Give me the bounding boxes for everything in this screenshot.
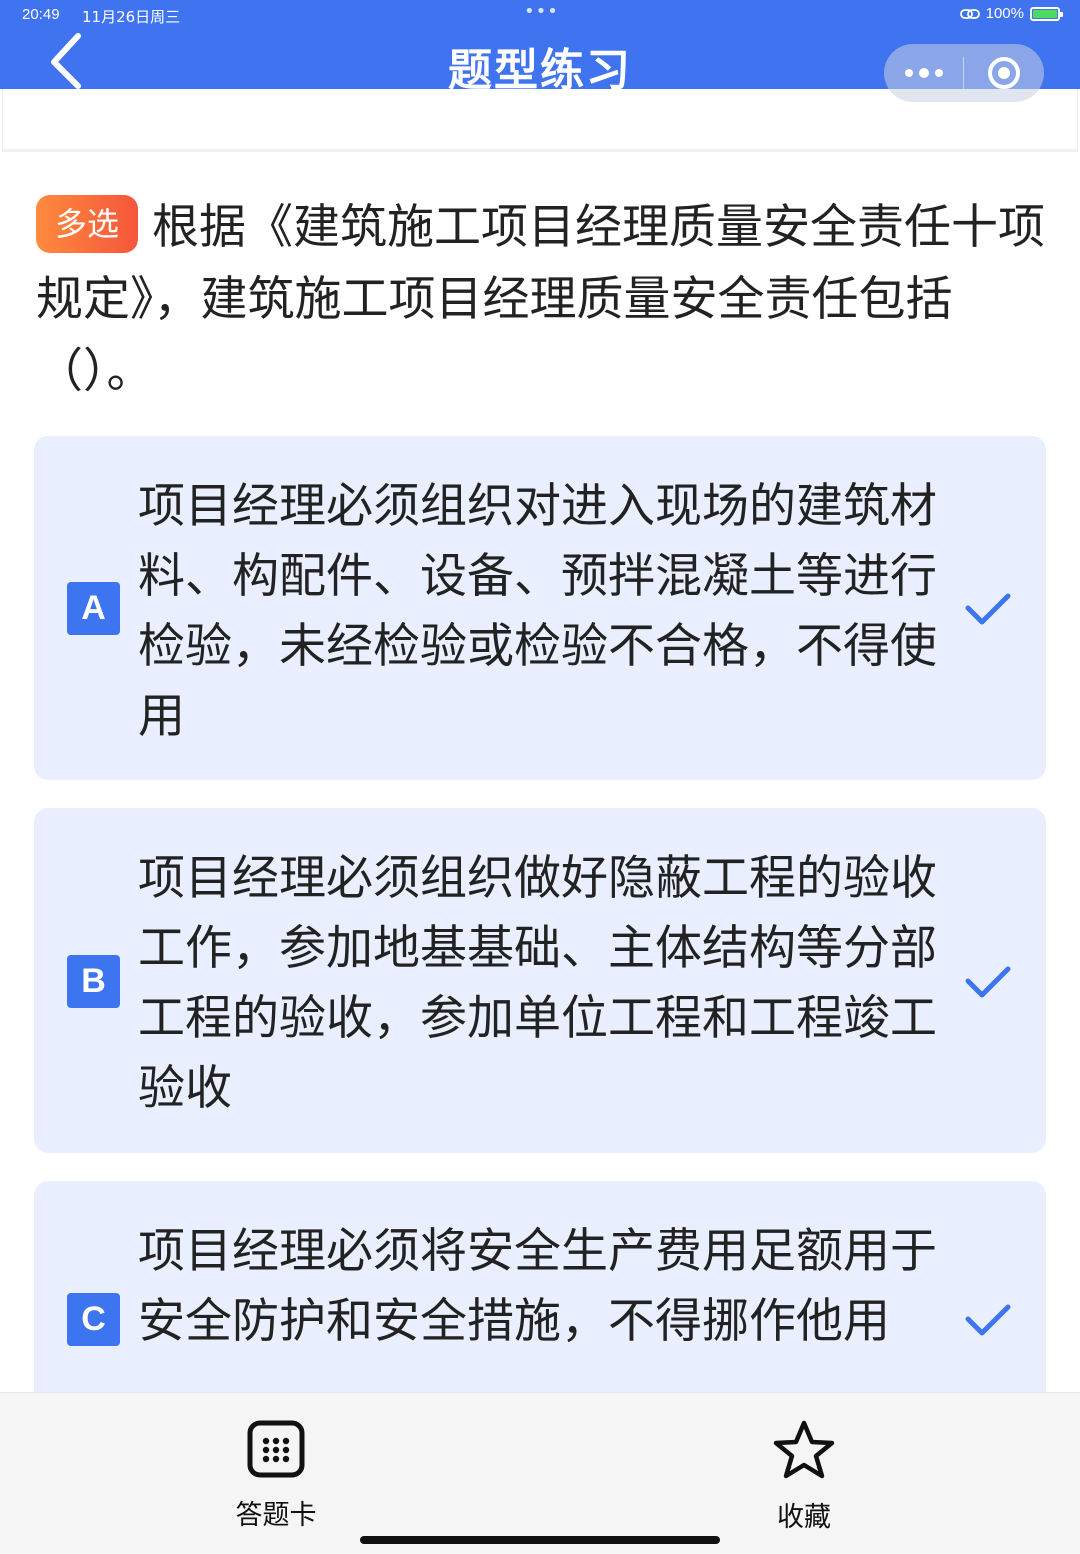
check-icon: [965, 966, 1011, 998]
favorite-label: 收藏: [777, 1502, 831, 1533]
page: 23/335 20:49 11月26日周三 ••• 100% 题型练习: [0, 0, 1080, 1554]
option-text: 项目经理必须将安全生产费用足额用于安全防护和安全措施，不得挪作他用: [138, 1224, 937, 1349]
option-letter: B: [67, 955, 120, 1008]
star-icon: [773, 1420, 835, 1479]
question-stem: 多选 根据《建筑施工项目经理质量安全责任十项规定》，建筑施工项目经理质量安全责任包…: [36, 192, 1048, 408]
option-letter: A: [67, 582, 120, 635]
close-miniprogram-button[interactable]: [964, 44, 1043, 102]
more-dots-icon: [904, 68, 943, 78]
option-text: 项目经理必须组织对进入现场的建筑材料、构配件、设备、预拌混凝土等进行检验，未经检…: [138, 479, 937, 744]
question-type-badge: 多选: [36, 195, 138, 253]
bottom-toolbar: 答题卡 收藏: [0, 1392, 1080, 1554]
status-date: 11月26日周三: [82, 8, 181, 26]
home-indicator[interactable]: [360, 1536, 720, 1544]
answer-card-label: 答题卡: [235, 1500, 317, 1531]
favorite-button[interactable]: 收藏: [724, 1419, 884, 1534]
status-right: 100%: [959, 5, 1063, 22]
option-b[interactable]: B 项目经理必须组织做好隐蔽工程的验收工作，参加地基基础、主体结构等分部工程的验…: [34, 808, 1046, 1153]
option-letter: C: [67, 1293, 120, 1346]
answer-card-button[interactable]: 答题卡: [196, 1419, 356, 1532]
link-icon: [959, 8, 980, 19]
miniprogram-capsule: [884, 44, 1044, 102]
battery-percent: 100%: [985, 5, 1024, 22]
status-time: 20:49: [22, 6, 60, 23]
option-a[interactable]: A 项目经理必须组织对进入现场的建筑材料、构配件、设备、预拌混凝土等进行检验，未…: [34, 436, 1046, 780]
check-icon: [965, 593, 1011, 625]
target-icon: [987, 57, 1020, 89]
multitask-dots-icon[interactable]: •••: [524, 1, 559, 22]
more-button[interactable]: [884, 44, 963, 102]
question-text: 根据《建筑施工项目经理质量安全责任十项规定》，建筑施工项目经理质量安全责任包括（…: [36, 200, 1045, 399]
grid-icon: [247, 1420, 305, 1478]
battery-icon: [1030, 6, 1063, 21]
check-icon: [965, 1304, 1011, 1336]
option-text: 项目经理必须组织做好隐蔽工程的验收工作，参加地基基础、主体结构等分部工程的验收，…: [138, 851, 937, 1116]
